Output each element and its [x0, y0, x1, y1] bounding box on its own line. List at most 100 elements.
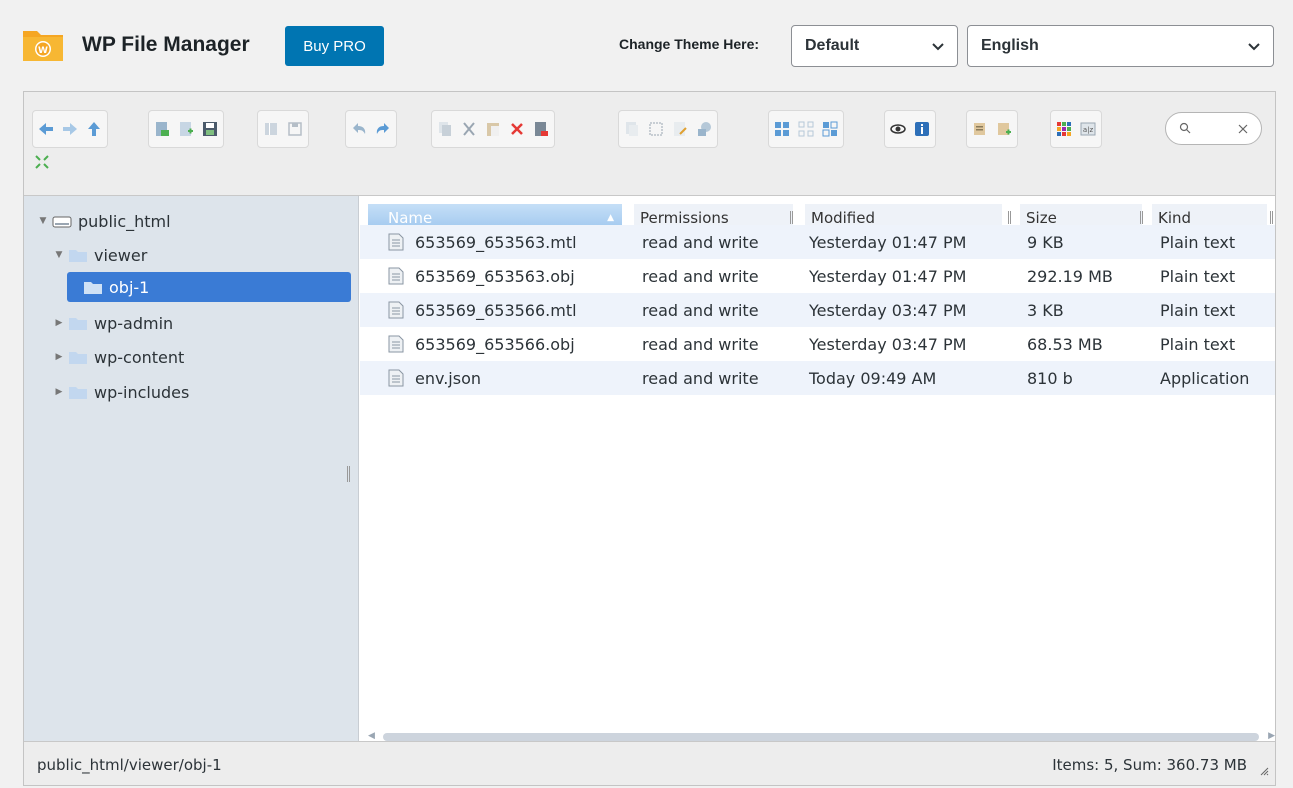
size-cell: 292.19 MB [1027, 266, 1113, 286]
tree-item-label: wp-content [94, 347, 185, 367]
pane-resize-handle[interactable] [347, 466, 350, 482]
tree-item-wp-admin[interactable]: ▶ wp-admin [54, 308, 174, 338]
copy-icon[interactable] [435, 118, 455, 140]
size-cell: 9 KB [1027, 232, 1064, 252]
fullscreen-icon[interactable] [32, 151, 52, 173]
chevron-down-icon [1248, 43, 1260, 51]
column-resize-handle[interactable] [1270, 211, 1273, 224]
expand-arrow-icon[interactable]: ▶ [54, 352, 64, 362]
kind-cell: Application [1160, 368, 1250, 388]
tree-item-label: wp-admin [94, 313, 174, 333]
text-file-icon [388, 233, 404, 251]
extract-icon[interactable] [970, 118, 990, 140]
tree-item-wp-includes[interactable]: ▶ wp-includes [54, 377, 190, 407]
modified-cell: Yesterday 03:47 PM [809, 334, 967, 354]
forward-icon[interactable] [60, 118, 80, 140]
compress-icon[interactable] [994, 118, 1014, 140]
kind-cell: Plain text [1160, 266, 1236, 286]
language-select[interactable]: English [967, 25, 1274, 67]
tree-item-label: viewer [94, 245, 148, 265]
reload-icon[interactable] [152, 118, 172, 140]
text-file-icon [388, 267, 404, 285]
tree-item-obj-1[interactable]: obj-1 [67, 272, 351, 302]
buy-pro-button[interactable]: Buy PRO [285, 26, 384, 66]
modified-cell: Yesterday 03:47 PM [809, 300, 967, 320]
table-row[interactable]: env.json read and write Today 09:49 AM 810 … [360, 361, 1275, 395]
resize-grip-icon[interactable] [1259, 766, 1269, 776]
permissions-cell: read and write [642, 266, 759, 286]
toolbar-group-view [768, 110, 844, 148]
undo-icon[interactable] [349, 118, 369, 140]
delete-icon[interactable] [507, 118, 527, 140]
folder-icon [69, 317, 87, 330]
tree-item-wp-content[interactable]: ▶ wp-content [54, 342, 185, 372]
modified-cell: Yesterday 01:47 PM [809, 266, 967, 286]
paste-icon[interactable] [483, 118, 503, 140]
horizontal-scrollbar[interactable]: ◀ ▶ [368, 731, 1275, 741]
theme-select-value: Default [805, 37, 860, 54]
new-file-icon[interactable] [176, 118, 196, 140]
items-summary: Items: 5, Sum: 360.73 MB [1052, 756, 1247, 774]
file-name-cell[interactable]: env.json [388, 361, 481, 395]
scrollbar-thumb[interactable] [383, 733, 1259, 741]
chevron-down-icon [932, 43, 944, 51]
file-manager: a|z ▼ public_html ▼ viewer obj-1 ▶ wp-ad… [23, 91, 1276, 786]
table-row[interactable]: 653569_653566.obj read and write Yesterday… [360, 327, 1275, 361]
scroll-left-icon[interactable]: ◀ [368, 731, 375, 741]
file-name-cell[interactable]: 653569_653563.mtl [388, 225, 577, 259]
table-row[interactable]: 653569_653563.mtl read and write Yesterday… [360, 225, 1275, 259]
cut-icon[interactable] [459, 118, 479, 140]
preview-icon[interactable] [888, 118, 908, 140]
select-all-icon[interactable] [1054, 118, 1074, 140]
expand-arrow-icon[interactable]: ▶ [54, 318, 64, 328]
file-name-cell[interactable]: 653569_653563.obj [388, 259, 575, 293]
up-icon[interactable] [84, 118, 104, 140]
toolbar-group-navigation [32, 110, 108, 148]
rename-icon[interactable] [646, 118, 666, 140]
folder-icon [69, 386, 87, 399]
scroll-right-icon[interactable]: ▶ [1268, 731, 1275, 741]
sort-icon[interactable]: a|z [1078, 118, 1098, 140]
toolbar-group-clipboard [431, 110, 555, 148]
toolbar-group-select: a|z [1050, 110, 1102, 148]
status-bar: public_html/viewer/obj-1 Items: 5, Sum: … [24, 741, 1275, 785]
save-icon[interactable] [200, 118, 220, 140]
theme-select[interactable]: Default [791, 25, 958, 67]
view-list-icon[interactable] [796, 118, 816, 140]
file-list: Name ▲ Permissions Modified Size Kind 65… [360, 196, 1275, 741]
tree-item-label: public_html [78, 211, 171, 231]
view-tiles-icon[interactable] [820, 118, 840, 140]
search-input[interactable] [1165, 112, 1262, 145]
archive-icon[interactable] [670, 118, 690, 140]
empty-icon[interactable] [531, 118, 551, 140]
clear-search-icon[interactable] [1237, 123, 1249, 135]
info-icon[interactable] [912, 118, 932, 140]
edit-icon[interactable] [285, 118, 305, 140]
expand-arrow-icon[interactable]: ▼ [38, 216, 48, 226]
open-icon[interactable] [261, 118, 281, 140]
duplicate-icon[interactable] [622, 118, 642, 140]
view-icons-icon[interactable] [772, 118, 792, 140]
table-row[interactable]: 653569_653566.mtl read and write Yesterday… [360, 293, 1275, 327]
theme-label: Change Theme Here: [619, 36, 760, 52]
svg-text:a|z: a|z [1083, 126, 1094, 134]
expand-arrow-icon[interactable]: ▼ [54, 250, 64, 260]
column-resize-handle[interactable] [1008, 211, 1011, 224]
modified-cell: Today 09:49 AM [809, 368, 937, 388]
expand-arrow-icon[interactable]: ▶ [54, 387, 64, 397]
file-name-cell[interactable]: 653569_653566.mtl [388, 293, 577, 327]
tree-item-viewer[interactable]: ▼ viewer [54, 240, 148, 270]
text-file-icon [388, 301, 404, 319]
tree-item-public-html[interactable]: ▼ public_html [38, 206, 171, 236]
column-resize-handle[interactable] [790, 211, 793, 224]
toolbar-group-actions [618, 110, 718, 148]
redo-icon[interactable] [373, 118, 393, 140]
table-row[interactable]: 653569_653563.obj read and write Yesterday… [360, 259, 1275, 293]
size-cell: 3 KB [1027, 300, 1064, 320]
tree-item-label: obj-1 [109, 277, 150, 297]
upload-icon[interactable] [694, 118, 714, 140]
file-name-cell[interactable]: 653569_653566.obj [388, 327, 575, 361]
back-icon[interactable] [36, 118, 56, 140]
sort-ascending-icon: ▲ [607, 213, 614, 223]
column-resize-handle[interactable] [1140, 211, 1143, 224]
